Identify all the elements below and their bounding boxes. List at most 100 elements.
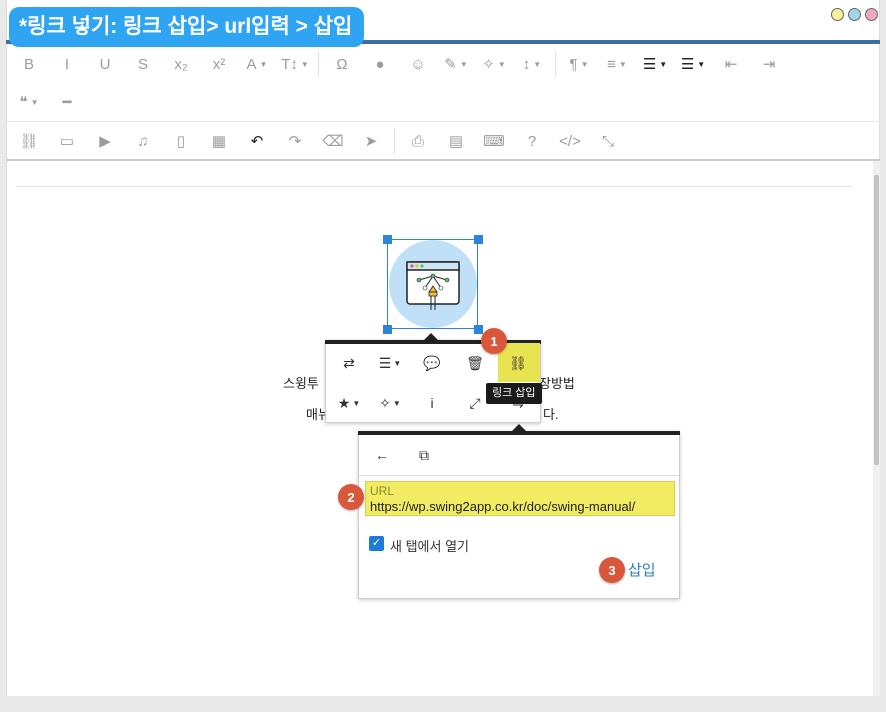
align-button[interactable]: ≡ ▼ <box>598 49 636 79</box>
underline-icon: U <box>99 55 111 73</box>
resize-handle-bl[interactable] <box>383 325 392 334</box>
url-input[interactable]: https://wp.swing2app.co.kr/doc/swing-man… <box>370 499 670 514</box>
font-color-icon: A <box>246 55 257 73</box>
special-char-button[interactable]: Ω <box>323 49 361 79</box>
link-icon: ⛓ <box>19 133 39 150</box>
star-button[interactable]: ★ ▼ <box>331 388 367 418</box>
print-icon: ⎙ <box>411 132 424 150</box>
quote-button[interactable]: ❝ ▼ <box>10 87 48 117</box>
emoji-icon: ☺ <box>410 55 426 73</box>
indent-button[interactable]: ⇥ <box>750 49 788 79</box>
open-link-button[interactable]: ⧉ <box>406 440 442 470</box>
align-menu-icon: ☰ <box>378 354 392 371</box>
select-button[interactable]: ➤ <box>352 126 390 156</box>
eraser-button[interactable]: ⌫ <box>314 126 352 156</box>
wand-icon: ✧ <box>379 394 391 411</box>
link-insert-button[interactable]: ⛓ <box>500 348 536 378</box>
align-menu-button[interactable]: ☰ ▼ <box>372 348 408 378</box>
file-button[interactable]: ▯ <box>162 126 200 156</box>
caret-down-icon: ▼ <box>259 59 268 69</box>
back-button[interactable]: ← <box>364 440 400 470</box>
font-color-button[interactable]: A ▼ <box>238 49 276 79</box>
keyboard-button[interactable]: ⌨ <box>475 126 513 156</box>
paragraph-button[interactable]: ¶ ▼ <box>560 49 598 79</box>
magic-wand-button[interactable]: ✧ ▼ <box>475 49 513 79</box>
video-button[interactable]: ▶ <box>86 126 124 156</box>
horizontal-rule-button[interactable]: ━ <box>48 87 86 117</box>
superscript-icon: x² <box>212 55 226 73</box>
line-height-button[interactable]: ↕ ▼ <box>513 49 551 79</box>
code-view-button[interactable]: </> <box>551 126 589 156</box>
resize-handle-tr[interactable] <box>474 235 483 244</box>
step-badge-2: 2 <box>338 484 364 510</box>
fullscreen-collapse-button[interactable]: ⤡ <box>589 126 627 156</box>
external-link-icon: ⧉ <box>419 446 429 463</box>
wand-button[interactable]: ✧ ▼ <box>372 388 408 418</box>
swap-button[interactable]: ⇄ <box>331 348 367 378</box>
help-button[interactable]: ? <box>513 126 551 156</box>
undo-button[interactable]: ↶ <box>238 126 276 156</box>
outdent-button[interactable]: ⇤ <box>712 49 750 79</box>
background-color-button[interactable]: ● <box>361 49 399 79</box>
print-button[interactable]: ⎙ <box>399 126 437 156</box>
caret-down-icon: ▼ <box>618 59 627 69</box>
bold-icon: B <box>23 55 34 73</box>
caret-down-icon: ▼ <box>659 59 668 69</box>
resize-handle-br[interactable] <box>474 325 483 334</box>
file-icon: ▯ <box>176 133 186 150</box>
url-field[interactable]: URL https://wp.swing2app.co.kr/doc/swing… <box>365 481 675 516</box>
pdf-button[interactable]: ▤ <box>437 126 475 156</box>
redo-button[interactable]: ↷ <box>276 126 314 156</box>
text-size-icon: T↕ <box>281 55 298 73</box>
swap-icon: ⇄ <box>343 354 355 371</box>
indent-icon: ⇥ <box>762 56 776 73</box>
resize-handle-tl[interactable] <box>383 235 392 244</box>
ordered-list-button[interactable]: ☰ ▼ <box>636 49 674 79</box>
select-icon: ➤ <box>364 133 378 150</box>
background-color-icon: ● <box>375 55 385 73</box>
link-button[interactable]: ⛓ <box>10 126 48 156</box>
image-icon: ▭ <box>59 133 75 150</box>
image-button[interactable]: ▭ <box>48 126 86 156</box>
link-icon: ⛓ <box>509 354 527 371</box>
caret-down-icon: ▼ <box>580 59 589 69</box>
emoji-button[interactable]: ☺ <box>399 49 437 79</box>
strikethrough-button[interactable]: S <box>124 49 162 79</box>
info-button[interactable]: i <box>414 388 450 418</box>
underline-button[interactable]: U <box>86 49 124 79</box>
comment-button[interactable]: 💬 <box>414 348 450 378</box>
pdf-icon: ▤ <box>448 133 464 150</box>
outdent-icon: ⇤ <box>724 56 738 73</box>
star-icon: ★ <box>337 394 351 411</box>
insert-button[interactable]: 삽입 <box>628 559 656 580</box>
trash-icon: 🗑 <box>466 354 484 371</box>
audio-button[interactable]: ♫ <box>124 126 162 156</box>
table-button[interactable]: ▦ <box>200 126 238 156</box>
new-tab-checkbox[interactable]: ✓ <box>369 536 384 551</box>
italic-icon: I <box>64 55 70 73</box>
horizontal-rule-icon: ━ <box>62 94 72 111</box>
window-dots <box>831 8 878 21</box>
info-icon: i <box>430 395 434 411</box>
scrollbar-thumb[interactable] <box>874 175 879 465</box>
toolbar-row-3: ⛓ ▭ ▶ ♫ ▯ ▦ ↶ ↷ ⌫ ➤ ⎙ ▤ ⌨? </> ⤡ <box>6 125 880 157</box>
paint-brush-icon: ✎ <box>444 56 457 73</box>
expand-icon: ⤢ <box>469 394 481 411</box>
toolbar-separator <box>555 51 556 77</box>
quote-icon: ❝ <box>19 94 28 111</box>
magic-wand-icon: ✧ <box>482 56 495 73</box>
window-dot-blue[interactable] <box>848 8 861 21</box>
strikethrough-icon: S <box>137 55 148 73</box>
paint-brush-button[interactable]: ✎ ▼ <box>437 49 475 79</box>
unordered-list-button[interactable]: ☰ ▼ <box>674 49 712 79</box>
redo-icon: ↷ <box>288 133 302 150</box>
text-size-button[interactable]: T↕ ▼ <box>276 49 314 79</box>
italic-button[interactable]: I <box>48 49 86 79</box>
window-dot-yellow[interactable] <box>831 8 844 21</box>
audio-icon: ♫ <box>137 132 149 150</box>
superscript-button[interactable]: x² <box>200 49 238 79</box>
bold-button[interactable]: B <box>10 49 48 79</box>
window-dot-pink[interactable] <box>865 8 878 21</box>
subscript-button[interactable]: x₂ <box>162 49 200 79</box>
toolbar-separator <box>318 51 319 77</box>
